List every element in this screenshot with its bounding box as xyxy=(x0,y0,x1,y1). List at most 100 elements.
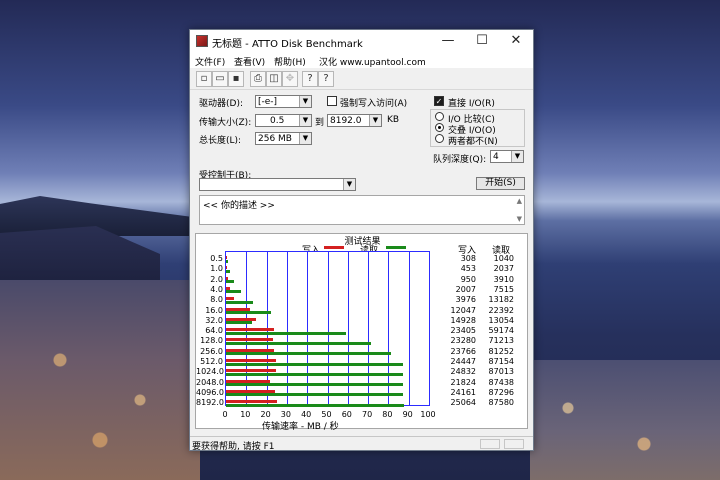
start-button[interactable]: 开始(S) xyxy=(476,177,525,190)
menu-help[interactable]: 帮助(H) xyxy=(274,55,306,68)
write-value: 2007 xyxy=(455,284,476,294)
y-tick-label: 0.5 xyxy=(210,254,223,263)
drive-select[interactable]: [-e-] ▼ xyxy=(255,95,312,108)
scroll-up-icon[interactable]: ▲ xyxy=(517,197,522,205)
menu-translation[interactable]: 汉化 www.upantool.com xyxy=(319,55,426,68)
window-title: 无标题 - ATTO Disk Benchmark xyxy=(212,39,363,50)
direct-io-label: 直接 I/O(R) xyxy=(448,99,495,109)
read-value: 87438 xyxy=(488,377,514,387)
y-tick-label: 8.0 xyxy=(210,295,223,305)
read-value: 22392 xyxy=(488,305,514,315)
toolbar: ▫ ▭ ▪ ⎙ ◫ ✥ ? ? xyxy=(190,68,533,90)
x-tick-label: 50 xyxy=(321,410,332,419)
app-icon xyxy=(196,35,208,47)
direct-io-checkbox[interactable]: ✓ xyxy=(434,96,444,106)
minimize-button[interactable]: — xyxy=(431,30,465,52)
read-bar xyxy=(226,269,231,273)
transfer-to-select[interactable]: 8192.0 ▼ xyxy=(327,114,382,127)
move-icon[interactable]: ✥ xyxy=(282,71,298,87)
chevron-down-icon: ▼ xyxy=(511,151,523,162)
read-bar xyxy=(226,290,242,294)
y-tick-label: 128.0 xyxy=(200,336,223,346)
x-tick-label: 100 xyxy=(420,410,436,419)
menu-bar: 文件(F) 查看(V) 帮助(H) 汉化 www.upantool.com xyxy=(190,52,533,68)
y-tick-label: 2048.0 xyxy=(196,377,224,387)
queue-depth-select[interactable]: 4 ▼ xyxy=(490,150,524,163)
context-help-icon[interactable]: ? xyxy=(318,71,334,87)
radio-neither-label: 两者都不(N) xyxy=(448,137,498,147)
grid-line xyxy=(327,252,329,405)
chevron-down-icon: ▼ xyxy=(343,179,355,190)
read-bar xyxy=(226,331,347,335)
x-tick-label: 90 xyxy=(402,410,413,419)
read-value: 7515 xyxy=(493,284,514,294)
help-icon[interactable]: ? xyxy=(302,71,318,87)
y-tick-label: 256.0 xyxy=(200,346,223,356)
status-bar: 要获得帮助, 请按 F1 xyxy=(190,436,533,452)
read-bar xyxy=(226,393,404,397)
x-tick-label: 80 xyxy=(382,410,393,419)
y-tick-label: 32.0 xyxy=(205,315,223,325)
x-tick-label: 10 xyxy=(240,410,251,419)
controlled-by-select[interactable]: ▼ xyxy=(199,178,356,191)
chevron-down-icon: ▼ xyxy=(299,115,311,126)
read-value: 59174 xyxy=(488,326,514,336)
total-length-select[interactable]: 256 MB ▼ xyxy=(255,132,312,145)
force-write-checkbox[interactable] xyxy=(327,96,337,106)
y-tick-label: 16.0 xyxy=(205,305,223,315)
chevron-down-icon: ▼ xyxy=(299,133,311,144)
radio-io-compare[interactable] xyxy=(435,112,444,121)
x-tick-label: 30 xyxy=(280,410,291,419)
grid-line xyxy=(347,252,349,405)
write-value: 453 xyxy=(460,264,476,274)
transfer-unit: KB xyxy=(387,115,400,125)
read-bar xyxy=(226,372,403,376)
read-bar xyxy=(226,383,404,387)
radio-neither[interactable] xyxy=(435,134,444,143)
new-icon[interactable]: ▫ xyxy=(196,71,212,87)
y-tick-label: 4096.0 xyxy=(196,387,224,397)
save-icon[interactable]: ▪ xyxy=(228,71,244,87)
read-value: 2037 xyxy=(493,264,514,274)
wallpaper-city-right xyxy=(530,360,720,480)
read-value: 13182 xyxy=(488,295,514,305)
x-tick-label: 70 xyxy=(362,410,373,419)
open-icon[interactable]: ▭ xyxy=(212,71,228,87)
queue-depth-label: 队列深度(Q): xyxy=(433,155,487,165)
write-value: 25064 xyxy=(450,398,476,408)
title-bar[interactable]: 无标题 - ATTO Disk Benchmark — ☐ ✕ xyxy=(190,30,533,52)
y-tick-label: 1024.0 xyxy=(196,367,224,377)
write-value: 12047 xyxy=(450,305,476,315)
legend-read-swatch xyxy=(386,246,406,249)
drive-label: 驱动器(D): xyxy=(199,99,243,109)
scroll-down-icon[interactable]: ▼ xyxy=(517,215,522,223)
transfer-from-select[interactable]: 0.5 ▼ xyxy=(255,114,312,127)
write-value: 23405 xyxy=(450,326,476,336)
maximize-button[interactable]: ☐ xyxy=(465,30,499,52)
read-bar xyxy=(226,311,272,314)
y-tick-label: 1.0 xyxy=(210,264,223,274)
write-value: 23280 xyxy=(450,336,476,346)
description-textarea[interactable]: << 你的描述 >> ▲ ▼ xyxy=(199,195,525,225)
write-value: 24832 xyxy=(450,367,476,377)
total-length-label: 总长度(L): xyxy=(199,136,242,146)
status-text: 要获得帮助, 请按 F1 xyxy=(192,442,275,452)
print-icon[interactable]: ⎙ xyxy=(250,71,266,87)
grid-line xyxy=(286,252,288,405)
print-preview-icon[interactable]: ◫ xyxy=(266,71,282,87)
wallpaper-city-left xyxy=(0,280,200,480)
radio-overlap-io[interactable] xyxy=(435,123,444,132)
read-bar xyxy=(226,341,371,345)
read-value: 87580 xyxy=(488,398,514,408)
menu-file[interactable]: 文件(F) xyxy=(195,55,225,68)
read-bar xyxy=(226,300,253,304)
read-value: 87296 xyxy=(488,387,514,397)
status-pane-2 xyxy=(504,439,524,449)
close-button[interactable]: ✕ xyxy=(499,30,533,52)
read-bar xyxy=(226,280,234,284)
x-axis-label: 传输速率 - MB / 秒 xyxy=(262,422,339,432)
read-value: 13054 xyxy=(488,315,514,325)
atto-window: 无标题 - ATTO Disk Benchmark — ☐ ✕ 文件(F) 查看… xyxy=(189,29,534,452)
chart-plot-area xyxy=(225,251,430,407)
menu-view[interactable]: 查看(V) xyxy=(234,55,265,68)
